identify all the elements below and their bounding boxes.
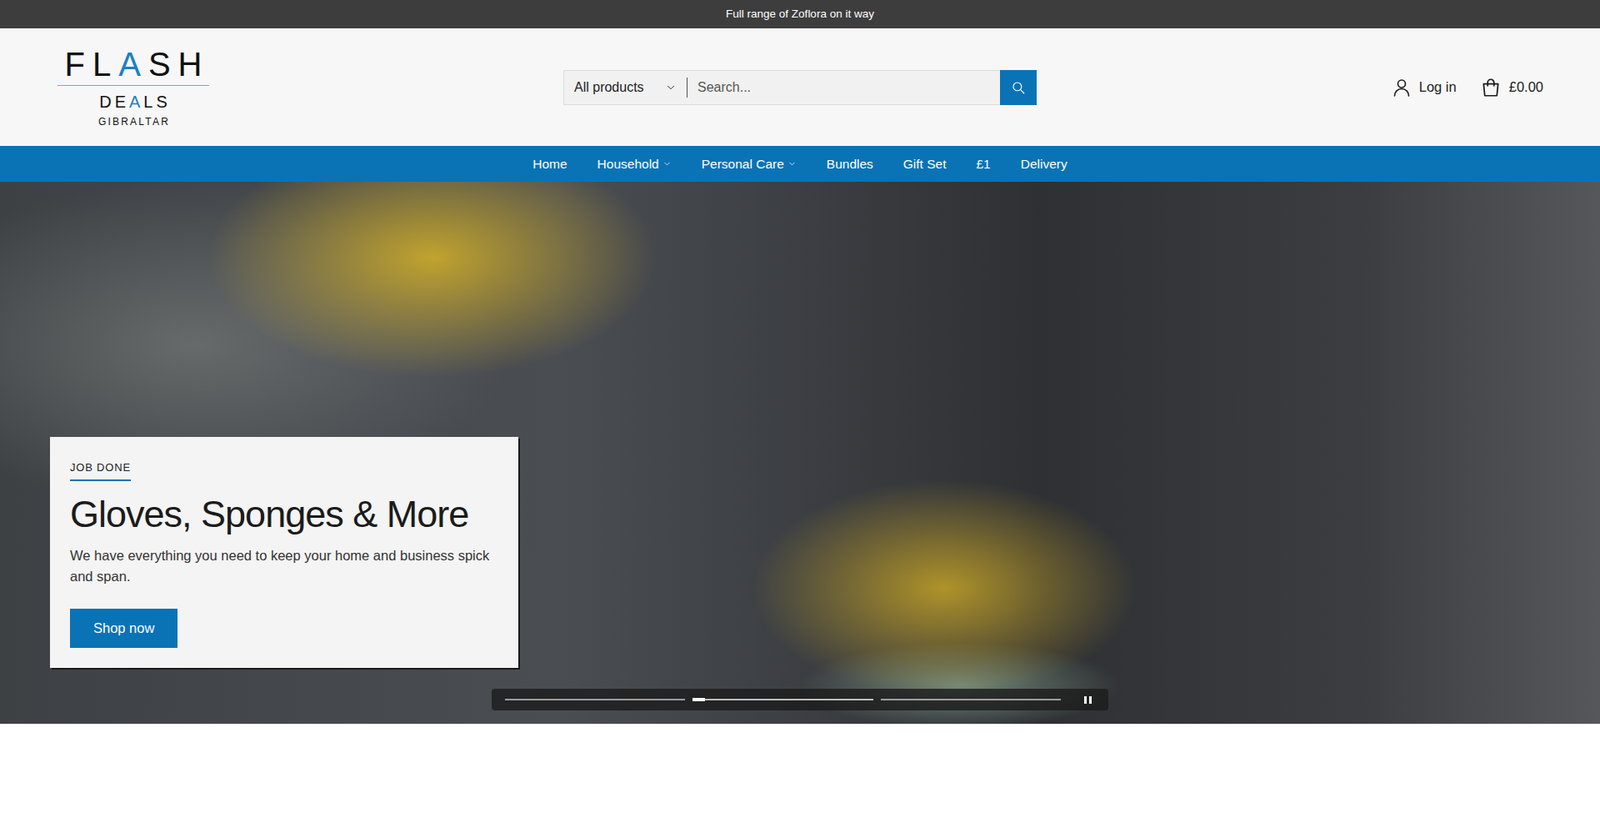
announcement-bar: Full range of Zoflora on it way xyxy=(0,0,1600,29)
logo-letters: SH xyxy=(148,45,210,83)
announcement-text: Full range of Zoflora on it way xyxy=(725,5,875,23)
logo-line: DEALS xyxy=(95,93,171,110)
slider-controls xyxy=(491,688,1109,710)
hero-card: JOB DONE Gloves, Sponges & More We have ev… xyxy=(50,436,519,668)
header-actions: Log in £0.00 xyxy=(1036,76,1544,99)
magnifier-icon xyxy=(1010,80,1026,95)
nav-item[interactable]: Household xyxy=(597,154,672,174)
search-button[interactable] xyxy=(1000,70,1037,105)
slide-progress[interactable] xyxy=(505,698,685,700)
hero-eyebrow: JOB DONE xyxy=(70,459,131,481)
search-bar: All products xyxy=(563,70,1037,105)
logo-line: FLASH xyxy=(57,47,210,81)
user-icon xyxy=(1391,77,1412,98)
logo-letters: FL xyxy=(65,45,120,83)
cart-link[interactable]: £0.00 xyxy=(1480,76,1544,99)
hero-title: Gloves, Sponges & More xyxy=(70,492,499,536)
logo-wrap: FLASHDEALSGIBRALTAR xyxy=(56,47,564,127)
nav-label: Gift Set xyxy=(903,154,947,174)
pause-icon[interactable] xyxy=(1080,690,1097,708)
logo-letters: A xyxy=(118,45,149,83)
main-nav: Home Household Personal Care Bundles Gift Se… xyxy=(0,145,1600,182)
logo-letters: DE xyxy=(99,92,130,111)
nav-label: Bundles xyxy=(826,154,874,174)
hero-image: JOB DONE Gloves, Sponges & More We have ev… xyxy=(0,181,1600,724)
logo-letters: A xyxy=(129,92,144,111)
nav-item[interactable]: Delivery xyxy=(1020,154,1068,174)
category-select[interactable]: All products xyxy=(564,77,688,98)
nav-label: Delivery xyxy=(1020,154,1068,174)
nav-item[interactable]: Home xyxy=(532,154,567,174)
logo-letters: LS xyxy=(143,92,170,111)
nav-item[interactable]: Gift Set xyxy=(903,154,947,174)
logo[interactable]: FLASHDEALSGIBRALTAR xyxy=(56,47,210,127)
chevron-down-icon xyxy=(787,159,797,169)
category-label: All products xyxy=(574,77,645,98)
site-header: FLASHDEALSGIBRALTARAll productsLog in£0.… xyxy=(0,28,1600,146)
search-input[interactable] xyxy=(687,70,1000,105)
login-link[interactable]: Log in xyxy=(1391,76,1457,98)
slide-progress-fill xyxy=(692,697,705,701)
logo-tagline: GIBRALTAR xyxy=(96,116,170,127)
shopping-bag-icon xyxy=(1480,76,1502,99)
logo-rule xyxy=(57,85,210,86)
nav-item[interactable]: Bundles xyxy=(826,154,874,174)
chevron-down-icon xyxy=(665,81,677,94)
shop-now-button[interactable]: Shop now xyxy=(70,608,178,648)
hero-text: We have everything you need to keep your… xyxy=(70,545,499,587)
nav-label: £1 xyxy=(976,154,991,174)
chevron-down-icon xyxy=(662,159,672,169)
nav-label: Personal Care xyxy=(701,154,785,174)
slide-progress[interactable] xyxy=(880,698,1061,700)
cart-total: £0.00 xyxy=(1509,76,1544,98)
nav-item[interactable]: Personal Care xyxy=(701,154,797,174)
nav-item[interactable]: £1 xyxy=(976,154,991,174)
nav-label: Home xyxy=(532,154,567,174)
login-label: Log in xyxy=(1419,76,1457,98)
slide-progress[interactable] xyxy=(692,698,873,700)
nav-label: Household xyxy=(597,154,660,174)
